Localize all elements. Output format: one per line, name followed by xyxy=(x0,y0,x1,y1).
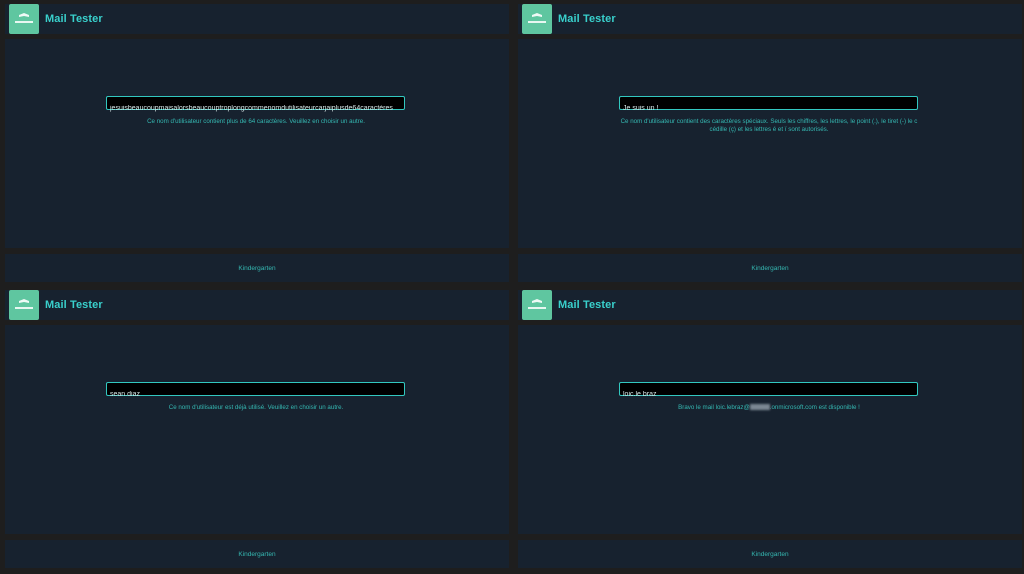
username-field[interactable] xyxy=(106,96,405,115)
username-input[interactable] xyxy=(620,388,917,401)
redacted-domain xyxy=(749,404,770,410)
main-content: Bravo le mail loic.lebraz@ .onmicrosoft.c… xyxy=(518,325,1022,534)
footer: Kindergarten xyxy=(518,254,1022,282)
footer-link[interactable]: Kindergarten xyxy=(238,265,275,272)
logo xyxy=(522,4,552,34)
footer-link[interactable]: Kindergarten xyxy=(238,551,275,558)
header: Mail Tester xyxy=(518,4,1022,34)
main-content: Ce nom d'utilisateur est déjà utilisé. V… xyxy=(5,325,509,534)
panel-special-chars: Mail Tester Ce nom d'utilisateur contien… xyxy=(518,4,1022,286)
logo-icon xyxy=(528,299,546,309)
username-input[interactable] xyxy=(107,102,404,115)
username-input[interactable] xyxy=(107,388,404,401)
app-grid: Mail Tester Ce nom d'utilisateur contien… xyxy=(0,0,1024,574)
app-title: Mail Tester xyxy=(558,13,616,25)
success-message-prefix: Bravo le mail loic.lebraz@ xyxy=(678,404,750,411)
panel-already-used: Mail Tester Ce nom d'utilisateur est déj… xyxy=(5,290,509,572)
header: Mail Tester xyxy=(5,290,509,320)
footer: Kindergarten xyxy=(518,540,1022,568)
logo-icon xyxy=(15,13,33,23)
username-field[interactable] xyxy=(619,382,918,401)
panel-available: Mail Tester Bravo le mail loic.lebraz@ .o… xyxy=(518,290,1022,572)
logo xyxy=(9,4,39,34)
logo-icon xyxy=(528,13,546,23)
footer-link[interactable]: Kindergarten xyxy=(751,551,788,558)
success-message: Bravo le mail loic.lebraz@ .onmicrosoft.c… xyxy=(613,404,925,412)
logo xyxy=(522,290,552,320)
main-content: Ce nom d'utilisateur contient plus de 64… xyxy=(5,39,509,248)
app-title: Mail Tester xyxy=(45,299,103,311)
validation-message: Ce nom d'utilisateur contient plus de 64… xyxy=(147,118,365,125)
validation-message: Ce nom d'utilisateur contient des caract… xyxy=(620,118,918,133)
username-field[interactable] xyxy=(619,96,918,115)
footer: Kindergarten xyxy=(5,254,509,282)
app-title: Mail Tester xyxy=(558,299,616,311)
logo xyxy=(9,290,39,320)
validation-message: Ce nom d'utilisateur est déjà utilisé. V… xyxy=(168,404,344,411)
username-input[interactable] xyxy=(620,102,917,115)
footer-link[interactable]: Kindergarten xyxy=(751,265,788,272)
main-content: Ce nom d'utilisateur contient des caract… xyxy=(518,39,1022,248)
header: Mail Tester xyxy=(5,4,509,34)
success-message-suffix: .onmicrosoft.com est disponible ! xyxy=(769,404,860,411)
username-field[interactable] xyxy=(106,382,405,401)
app-title: Mail Tester xyxy=(45,13,103,25)
footer: Kindergarten xyxy=(5,540,509,568)
header: Mail Tester xyxy=(518,290,1022,320)
logo-icon xyxy=(15,299,33,309)
panel-too-long: Mail Tester Ce nom d'utilisateur contien… xyxy=(5,4,509,286)
